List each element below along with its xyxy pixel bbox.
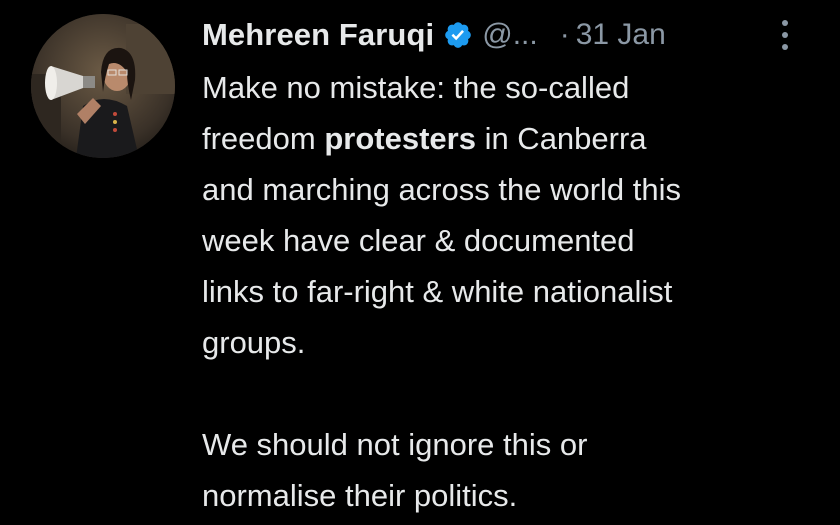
tweet-date[interactable]: 31 Jan (576, 18, 666, 52)
tweet-header: Mehreen Faruqi @... · 31 Jan (202, 12, 802, 58)
tweet-text-line: links to far-right & white nationalist (202, 274, 673, 309)
bold-text-segment: protesters (324, 121, 476, 156)
verified-badge-icon (443, 20, 473, 50)
tweet-text-line: week have clear & documented (202, 223, 635, 258)
tweet[interactable]: Mehreen Faruqi @... · 31 Jan Make no mis… (0, 0, 840, 525)
author-handle[interactable]: @... (482, 18, 537, 52)
more-vertical-icon[interactable] (777, 18, 793, 52)
tweet-text-line: normalise their politics. (202, 478, 518, 513)
text-segment: in Canberra (475, 121, 647, 156)
tweet-text-line: and marching across the world this (202, 172, 682, 207)
paragraph-break (202, 368, 832, 419)
avatar[interactable] (31, 14, 175, 158)
separator-dot: · (559, 18, 570, 51)
tweet-text-line: We should not ignore this or (202, 427, 588, 462)
avatar-photo (31, 14, 175, 158)
tweet-text-line: groups. (202, 325, 306, 360)
author-name[interactable]: Mehreen Faruqi (202, 17, 434, 53)
tweet-text-line: Make no mistake: the so-called (202, 70, 630, 105)
text-segment: freedom (202, 121, 325, 156)
tweet-text-line: freedom protesters in Canberra (202, 113, 832, 164)
tweet-text: Make no mistake: the so-called freedom p… (202, 62, 832, 521)
